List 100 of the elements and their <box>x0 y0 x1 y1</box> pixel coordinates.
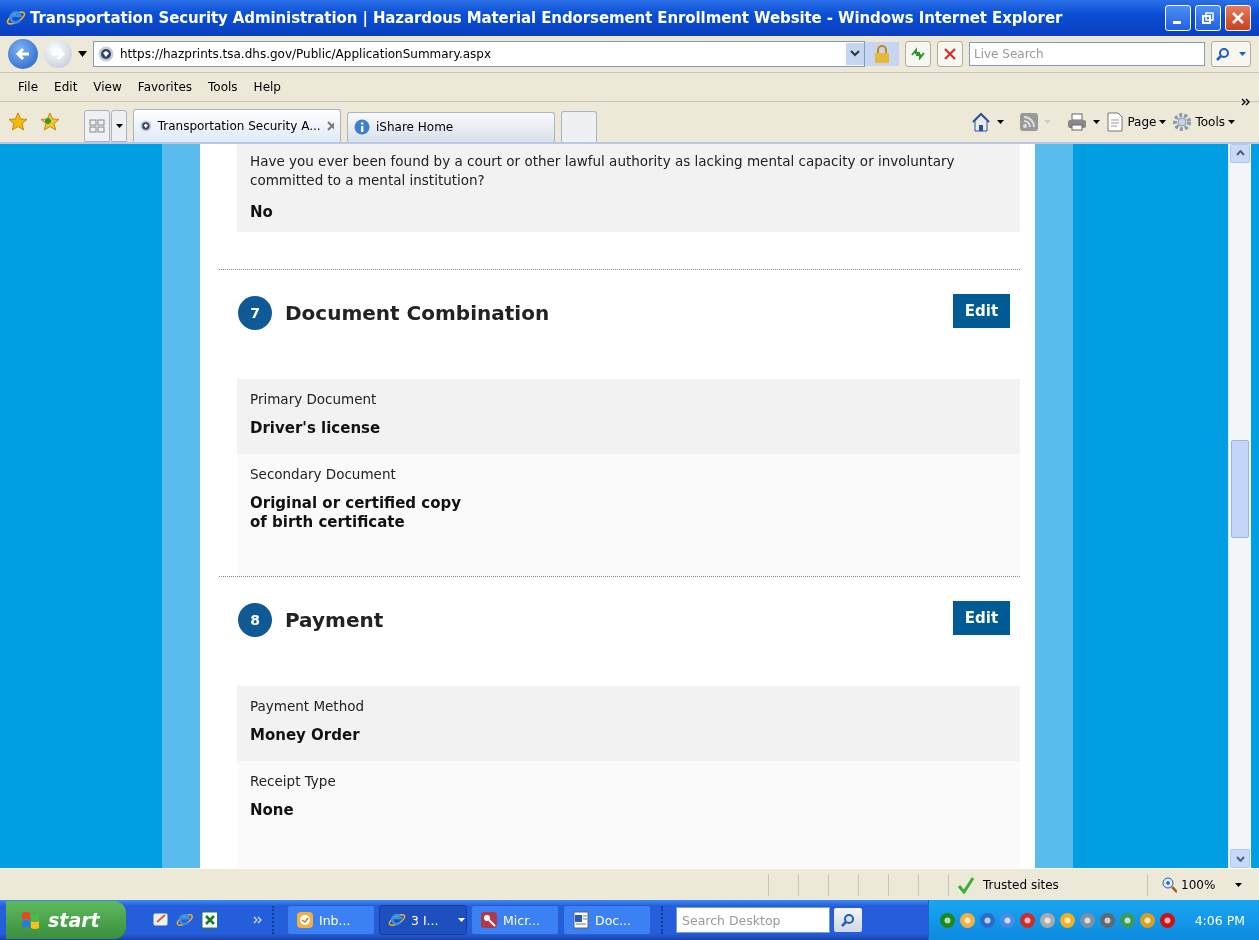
tray-icon[interactable] <box>1078 911 1096 929</box>
menu-item[interactable]: Help <box>245 79 289 94</box>
gear-icon <box>1172 111 1193 132</box>
taskbar-button[interactable]: Inb... <box>287 905 375 935</box>
browser-icon <box>388 911 406 929</box>
answer-text: No <box>250 202 274 221</box>
back-button[interactable] <box>8 38 38 69</box>
close-button[interactable] <box>1225 4 1251 31</box>
restore-icon <box>1201 10 1215 25</box>
field-value: Driver's license <box>250 418 381 438</box>
window-title: Transportation Security Administration | Hazardous Material Endorsement Enrollment Website - Windows Internet Explorer <box>30 8 1064 27</box>
tray-icon[interactable] <box>1058 911 1076 929</box>
clock-icon <box>296 911 314 929</box>
caret-icon <box>1044 119 1052 124</box>
caret-icon <box>1238 51 1246 56</box>
search-button[interactable] <box>1211 40 1251 67</box>
tools-menu-button[interactable]: Tools <box>1172 111 1235 132</box>
search-button[interactable] <box>834 908 862 932</box>
caret-icon[interactable] <box>997 119 1005 124</box>
question-text: Have you ever been found by a court or other lawful authority as lacking mental capacity or involuntary committed to a mental institution? <box>250 151 956 190</box>
spreadsheet-icon[interactable] <box>201 911 218 929</box>
step-number: 8 <box>238 602 272 637</box>
field-value: Original or certified copy of birth certificate <box>250 493 461 532</box>
clock-text: 4:06 PM <box>1194 912 1245 928</box>
scroll-down-button[interactable] <box>1230 849 1250 869</box>
tray-icon[interactable] <box>1118 911 1136 929</box>
menu-item[interactable]: Favorites <box>129 79 201 94</box>
close-tab-icon[interactable] <box>326 120 334 131</box>
field-label: Receipt Type <box>250 772 337 789</box>
document-icon <box>572 911 590 929</box>
field-label: Payment Method <box>250 697 366 714</box>
tray-icon[interactable] <box>958 911 976 929</box>
caret-icon <box>1228 119 1235 124</box>
grid-icon <box>89 118 105 133</box>
search-icon <box>841 913 855 927</box>
page-icon <box>1106 111 1125 132</box>
dropdown-button[interactable] <box>846 42 864 65</box>
key-icon <box>480 911 498 929</box>
chevron-down-icon <box>850 50 860 58</box>
taskbar-button[interactable]: 3 I... <box>379 905 467 935</box>
browser-tab[interactable]: iShare Home <box>347 111 555 142</box>
tray-icon[interactable] <box>978 911 996 929</box>
check-icon <box>957 875 975 894</box>
print-icon[interactable] <box>1067 112 1088 131</box>
feeds-icon[interactable] <box>1020 112 1039 131</box>
menu-item[interactable]: File <box>10 79 47 94</box>
search-icon <box>1216 46 1231 61</box>
close-icon <box>1231 10 1245 25</box>
edit-button[interactable]: Edit <box>953 293 1010 328</box>
chevron-down-icon <box>1235 855 1245 862</box>
security-zone-text: Trusted sites <box>983 877 1059 892</box>
chevron-up-icon <box>1235 150 1245 157</box>
tray-icon[interactable] <box>1138 911 1156 929</box>
info-icon <box>354 119 370 136</box>
caret-icon <box>1159 119 1167 124</box>
chevron-icon[interactable] <box>1241 97 1251 106</box>
caret-icon <box>115 123 123 128</box>
caret-icon <box>1235 882 1242 887</box>
tray-icon[interactable] <box>1098 911 1116 929</box>
tab-list-button[interactable] <box>111 109 127 142</box>
lock-icon <box>874 44 890 63</box>
zoom-icon <box>1162 876 1178 893</box>
taskbar-button[interactable]: Micr... <box>471 905 559 935</box>
forward-arrow-icon <box>50 45 66 62</box>
zoom-button[interactable]: 100% <box>1147 873 1242 896</box>
browser-tab[interactable]: Transportation Security A... <box>133 108 341 142</box>
favorites-star-icon[interactable] <box>8 111 28 132</box>
tray-icon[interactable] <box>1158 911 1176 929</box>
menu-item[interactable]: View <box>85 79 130 94</box>
scrollbar-thumb[interactable] <box>1231 440 1249 538</box>
restore-button[interactable] <box>1195 4 1221 31</box>
tray-icon[interactable] <box>1018 911 1036 929</box>
page-menu-button[interactable]: Page <box>1106 111 1167 132</box>
refresh-button[interactable] <box>905 40 931 67</box>
caret-icon[interactable] <box>78 50 87 57</box>
field-value: None <box>250 800 294 820</box>
seal-icon <box>98 45 114 62</box>
minimize-button[interactable] <box>1165 4 1191 31</box>
menu-item[interactable]: Tools <box>200 79 246 94</box>
menu-item[interactable]: Edit <box>46 79 86 94</box>
step-number: 7 <box>238 295 272 330</box>
tray-icon[interactable] <box>998 911 1016 929</box>
desktop-icon[interactable] <box>152 911 168 929</box>
field-value: Money Order <box>250 725 360 745</box>
field-label: Secondary Document <box>250 465 397 482</box>
taskbar-button[interactable]: Doc... <box>563 905 651 935</box>
stop-button[interactable] <box>937 40 963 67</box>
home-icon[interactable] <box>971 111 992 132</box>
address-field[interactable]: https://hazprints.tsa.dhs.gov/Public/ApplicationSummary.aspx <box>93 40 865 67</box>
caret-icon <box>457 918 465 922</box>
section-title: Payment <box>285 607 385 632</box>
caret-icon[interactable] <box>1093 119 1101 124</box>
section-title: Document Combination <box>285 300 551 325</box>
tray-icon[interactable] <box>1038 911 1056 929</box>
add-favorite-icon[interactable] <box>40 111 60 132</box>
back-arrow-icon <box>15 45 31 62</box>
tray-icon[interactable] <box>938 911 956 929</box>
refresh-icon <box>910 46 926 61</box>
field-label: Primary Document <box>250 390 378 407</box>
edit-button[interactable]: Edit <box>953 600 1010 635</box>
